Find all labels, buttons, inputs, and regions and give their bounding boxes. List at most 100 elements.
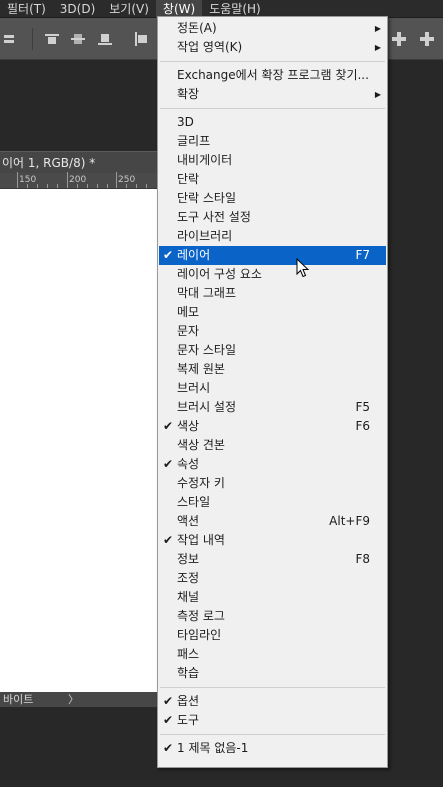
menu-item-label: 색상 견본	[177, 438, 225, 452]
mouse-cursor-icon	[296, 258, 310, 278]
menu-item-label: 레이어 구성 요소	[177, 267, 262, 281]
menu-item[interactable]: 글리프	[159, 132, 386, 151]
menu-item[interactable]: 문자 스타일	[159, 341, 386, 360]
status-text: 바이트	[3, 693, 34, 706]
menu-item-label: 문자 스타일	[177, 343, 237, 357]
menu-item[interactable]: 측정 로그	[159, 607, 386, 626]
menu-item-label: 도구	[177, 713, 200, 727]
menu-item[interactable]: 브러시 설정 F5	[159, 398, 386, 417]
align-bottom-icon[interactable]	[98, 32, 112, 46]
align-icon[interactable]	[2, 32, 16, 46]
menu-item-label: 색상	[177, 419, 200, 433]
distribute-icon[interactable]	[392, 32, 406, 46]
menu-item-label: 레이어	[177, 248, 211, 262]
menu-item[interactable]: 도구 사전 설정	[159, 208, 386, 227]
document-tab[interactable]: 이어 1, RGB/8) *	[0, 151, 157, 173]
menu-item[interactable]: 확장 ▶	[159, 85, 386, 104]
menu-3d[interactable]: 3D(D)	[53, 0, 102, 18]
menu-item-label: 정돈(A)	[177, 21, 217, 35]
menu-item[interactable]: 브러시	[159, 379, 386, 398]
menu-item-label: 단락	[177, 172, 200, 186]
menu-item-label: 조정	[177, 571, 200, 585]
menu-item-shortcut: F8	[355, 552, 370, 566]
menu-item-label: 메모	[177, 305, 200, 319]
menu-item[interactable]: 레이어 구성 요소	[159, 265, 386, 284]
menu-item[interactable]: 액션 Alt+F9	[159, 512, 386, 531]
menu-item[interactable]: 정보 F8	[159, 550, 386, 569]
menu-item-label: 확장	[177, 87, 200, 101]
menu-item[interactable]: 단락	[159, 170, 386, 189]
menu-item[interactable]: ✔ 작업 내역	[159, 531, 386, 550]
window-menu: 정돈(A) ▶ 작업 영역(K) ▶ Exchange에서 확장 프로그램 찾기... 확…	[157, 16, 388, 768]
checkmark-icon: ✔	[162, 457, 174, 471]
menu-item[interactable]: 수정자 키	[159, 474, 386, 493]
menu-view[interactable]: 보기(V)	[102, 0, 156, 18]
submenu-arrow-icon: ▶	[374, 90, 381, 99]
menu-item[interactable]: 복제 원본	[159, 360, 386, 379]
menu-item[interactable]: 스타일	[159, 493, 386, 512]
menu-separator	[160, 687, 385, 688]
menu-item-label: 도구 사전 설정	[177, 210, 251, 224]
menu-item[interactable]: 학습	[159, 664, 386, 683]
status-expand-icon[interactable]: 〉	[68, 692, 79, 707]
menu-item[interactable]: 내비게이터	[159, 151, 386, 170]
menu-item[interactable]: 조정	[159, 569, 386, 588]
checkmark-icon: ✔	[162, 419, 174, 433]
status-bar: 바이트 〉	[0, 692, 157, 707]
menu-item-label: 속성	[177, 457, 200, 471]
menu-item-label: 문자	[177, 324, 200, 338]
menu-window[interactable]: 창(W)	[155, 0, 203, 18]
menu-item-label: 채널	[177, 590, 200, 604]
menu-item[interactable]: ✔ 옵션	[159, 692, 386, 711]
menu-item-shortcut: Alt+F9	[329, 514, 370, 528]
menu-separator	[160, 61, 385, 62]
menu-item-label: 3D	[177, 115, 194, 129]
menu-item-label: 패스	[177, 647, 200, 661]
menu-item[interactable]: ✔ 도구	[159, 711, 386, 730]
menu-item[interactable]: 막대 그래프	[159, 284, 386, 303]
menu-item-label: 1 제목 없음-1	[177, 741, 249, 755]
menu-item-label: 측정 로그	[177, 609, 225, 623]
horizontal-ruler: 150 200 250	[0, 172, 157, 189]
menu-item-shortcut: F5	[355, 400, 370, 414]
menu-item[interactable]: 타임라인	[159, 626, 386, 645]
menu-item[interactable]: 채널	[159, 588, 386, 607]
menu-item[interactable]: Exchange에서 확장 프로그램 찾기...	[159, 66, 386, 85]
menu-item[interactable]: 단락 스타일	[159, 189, 386, 208]
menu-item-label: 브러시	[177, 381, 211, 395]
document-canvas[interactable]	[0, 189, 157, 692]
menu-item[interactable]: 3D	[159, 113, 386, 132]
menu-item[interactable]: ✔ 레이어 F7	[159, 246, 386, 265]
menu-item-label: 스타일	[177, 495, 211, 509]
distribute-spacing-icon[interactable]	[420, 32, 434, 46]
menu-item[interactable]: ✔ 1 제목 없음-1	[159, 739, 386, 758]
menu-item[interactable]: 작업 영역(K) ▶	[159, 38, 386, 57]
menu-item[interactable]: ✔ 속성	[159, 455, 386, 474]
submenu-arrow-icon: ▶	[374, 24, 381, 33]
checkmark-icon: ✔	[162, 694, 174, 708]
align-left-icon[interactable]	[134, 32, 148, 46]
menu-item[interactable]: ✔ 색상 F6	[159, 417, 386, 436]
menu-item[interactable]: 문자	[159, 322, 386, 341]
menu-item-label: 복제 원본	[177, 362, 225, 376]
menu-separator	[160, 734, 385, 735]
menu-item[interactable]: 색상 견본	[159, 436, 386, 455]
menu-item-label: 단락 스타일	[177, 191, 237, 205]
menu-item-label: 라이브러리	[177, 229, 233, 243]
menu-item-label: 브러시 설정	[177, 400, 237, 414]
menu-item-label: 글리프	[177, 134, 211, 148]
menu-item-label: 옵션	[177, 694, 200, 708]
menu-filter[interactable]: 필터(T)	[0, 0, 53, 18]
menu-item[interactable]: 메모	[159, 303, 386, 322]
checkmark-icon: ✔	[162, 713, 174, 727]
menu-item[interactable]: 패스	[159, 645, 386, 664]
checkmark-icon: ✔	[162, 533, 174, 547]
menu-item[interactable]: 정돈(A) ▶	[159, 19, 386, 38]
align-top-icon[interactable]	[45, 32, 59, 46]
menu-item[interactable]: 라이브러리	[159, 227, 386, 246]
menu-item-label: 막대 그래프	[177, 286, 237, 300]
menu-item-label: 작업 내역	[177, 533, 225, 547]
menu-help[interactable]: 도움말(H)	[202, 0, 268, 18]
align-vertical-center-icon[interactable]	[71, 32, 85, 46]
menu-item-label: 내비게이터	[177, 153, 233, 167]
